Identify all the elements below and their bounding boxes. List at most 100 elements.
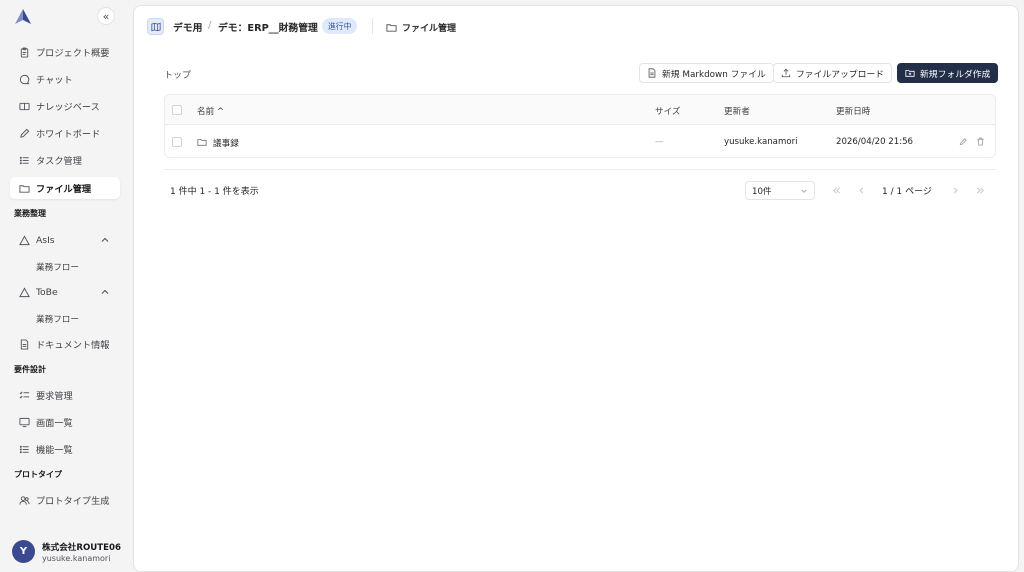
trash-icon[interactable] (976, 137, 985, 146)
last-page-button[interactable] (971, 181, 989, 200)
sidebar-item-label: タスク管理 (36, 156, 82, 167)
project-map-icon[interactable] (147, 18, 164, 35)
section-label-requirements: 要件設計 (14, 365, 46, 374)
page-info: 1 / 1 ページ (882, 187, 932, 197)
sidebar-item-whiteboard[interactable]: ホワイトボード (10, 122, 120, 144)
chevron-left-icon (858, 187, 863, 194)
chevron-up-icon[interactable] (100, 235, 110, 245)
sidebar-item-functions[interactable]: 機能一覧 (10, 438, 120, 460)
sidebar-item-label: プロトタイプ生成 (36, 496, 110, 507)
sidebar-item-label: ToBe (36, 286, 58, 298)
triangle-icon (19, 286, 30, 297)
pen-icon (20, 128, 30, 138)
upload-icon (781, 68, 791, 78)
new-folder-label: 新規フォルダ作成 (920, 69, 991, 80)
select-all-checkbox[interactable] (172, 105, 182, 115)
column-name-header[interactable]: 名前 ^ (197, 105, 224, 117)
column-size-header: サイズ (655, 107, 681, 117)
sidebar-item-label: ファイル管理 (36, 184, 92, 195)
chevrons-right-icon (976, 187, 984, 194)
page-size-select[interactable]: 10件 (745, 181, 815, 200)
row-updated-at: 2026/04/20 21:56 (836, 137, 914, 147)
breadcrumb-root[interactable]: トップ (164, 68, 191, 81)
sidebar-item-chat[interactable]: チャット (10, 68, 120, 90)
book-icon (19, 102, 30, 110)
sidebar-subitem-tobe-flow[interactable]: 業務フロー (36, 313, 79, 325)
row-file-name[interactable]: 議事録 (213, 137, 239, 149)
chevron-right-icon (953, 187, 958, 194)
sidebar-item-prototype-generation[interactable]: プロトタイプ生成 (10, 489, 120, 511)
column-updated-at-header: 更新日時 (836, 107, 871, 117)
sidebar-item-asis[interactable]: AsIs (10, 229, 120, 251)
sidebar-item-project-overview[interactable]: プロジェクト概要 (10, 41, 120, 63)
next-page-button[interactable] (946, 181, 964, 200)
column-updated-by-header: 更新者 (724, 107, 750, 117)
folder-icon (197, 139, 207, 146)
sidebar-item-label: ドキュメント情報 (36, 340, 110, 351)
row-file-size: — (655, 137, 664, 147)
sidebar-item-requirements[interactable]: 要求管理 (10, 384, 120, 406)
row-checkbox[interactable] (172, 137, 182, 147)
chevrons-left-icon (832, 187, 840, 194)
sidebar-subitem-asis-flow[interactable]: 業務フロー (36, 261, 79, 273)
section-label-business: 業務整理 (14, 209, 46, 218)
sidebar-item-file-management[interactable]: ファイル管理 (10, 177, 120, 199)
sidebar-item-knowledge-base[interactable]: ナレッジベース (10, 95, 120, 117)
sidebar-item-label: 機能一覧 (36, 445, 73, 456)
prev-page-button[interactable] (852, 181, 870, 200)
sidebar-item-screens[interactable]: 画面一覧 (10, 411, 120, 433)
folder-icon (19, 184, 30, 193)
new-folder-button[interactable]: 新規フォルダ作成 (897, 63, 999, 83)
users-icon (19, 495, 30, 505)
sidebar-item-label: ホワイトボード (36, 129, 101, 140)
header: デモ用 / デモ：ERP__財務管理 進行中 ファイル管理 (134, 6, 1018, 46)
collapse-sidebar-button[interactable]: « (97, 7, 115, 25)
sidebar-item-tobe[interactable]: ToBe (10, 281, 120, 303)
app-logo-icon[interactable] (14, 8, 32, 26)
header-divider (372, 18, 373, 34)
sidebar: « プロジェクト概要 チャット ナレッジベース ホワイトボード タスク管理 ファ… (0, 0, 132, 572)
sidebar-item-label: ナレッジベース (36, 102, 100, 113)
first-page-button[interactable] (827, 181, 845, 200)
new-markdown-label: 新規 Markdown ファイル (662, 69, 766, 80)
file-icon (648, 68, 656, 78)
table-row[interactable]: 議事録 — yusuke.kanamori 2026/04/20 21:56 (165, 126, 995, 157)
sidebar-item-label: チャット (36, 75, 73, 86)
sidebar-item-label: AsIs (36, 234, 55, 246)
page-size-value: 10件 (752, 186, 772, 197)
checklist-icon (19, 391, 30, 398)
result-count: 1 件中 1 - 1 件を表示 (170, 187, 259, 197)
breadcrumb-project[interactable]: デモ：ERP__財務管理 (218, 20, 318, 34)
chevron-up-icon[interactable] (100, 287, 110, 297)
user-profile[interactable]: Y 株式会社ROUTE06 yusuke.kanamori (12, 540, 121, 563)
divider (164, 169, 996, 170)
clipboard-icon (20, 46, 29, 58)
triangle-icon (19, 234, 30, 245)
sidebar-item-label: 画面一覧 (36, 418, 73, 429)
sidebar-item-label: 要求管理 (36, 391, 73, 402)
sidebar-item-task-management[interactable]: タスク管理 (10, 149, 120, 171)
monitor-icon (19, 417, 30, 427)
edit-icon[interactable] (959, 137, 968, 146)
table-header: 名前 ^ サイズ 更新者 更新日時 (165, 95, 995, 125)
upload-file-label: ファイルアップロード (796, 69, 884, 80)
user-name: yusuke.kanamori (42, 553, 111, 563)
list-icon (19, 156, 29, 164)
upload-file-button[interactable]: ファイルアップロード (773, 63, 892, 83)
sidebar-item-label: プロジェクト概要 (36, 48, 110, 59)
row-updated-by: yusuke.kanamori (724, 137, 798, 147)
sidebar-item-document-info[interactable]: ドキュメント情報 (10, 333, 120, 355)
chat-icon (19, 74, 30, 84)
status-badge: 進行中 (322, 18, 358, 34)
file-table: 名前 ^ サイズ 更新者 更新日時 議事録 — yusuke.kanamori … (164, 94, 996, 158)
user-organization: 株式会社ROUTE06 (42, 542, 121, 553)
document-icon (20, 338, 29, 350)
breadcrumb-separator: / (208, 20, 212, 31)
avatar: Y (12, 540, 35, 563)
breadcrumb-project-group[interactable]: デモ用 (173, 20, 202, 34)
section-label-prototype: プロトタイプ (14, 470, 62, 479)
new-markdown-button[interactable]: 新規 Markdown ファイル (639, 63, 774, 83)
main-panel: デモ用 / デモ：ERP__財務管理 進行中 ファイル管理 トップ 新規 Mar… (133, 5, 1019, 572)
list-icon (19, 445, 29, 453)
folder-icon (386, 24, 397, 32)
